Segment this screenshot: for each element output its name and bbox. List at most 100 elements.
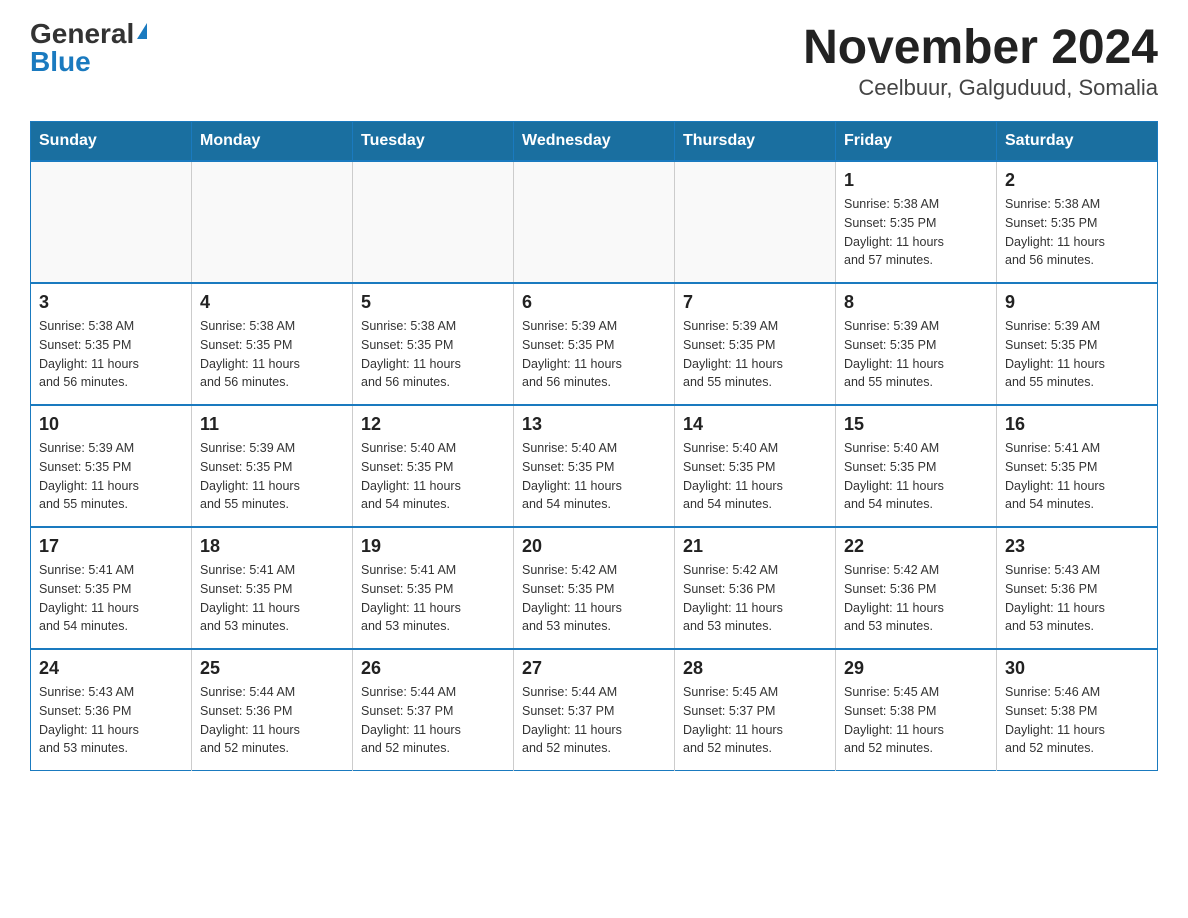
header-day-thursday: Thursday (675, 122, 836, 162)
day-number: 29 (844, 658, 988, 679)
calendar-cell: 12 Sunrise: 5:40 AM Sunset: 5:35 PM Dayli… (353, 405, 514, 527)
day-number: 13 (522, 414, 666, 435)
day-number: 10 (39, 414, 183, 435)
calendar-cell: 27 Sunrise: 5:44 AM Sunset: 5:37 PM Dayli… (514, 649, 675, 771)
day-number: 23 (1005, 536, 1149, 557)
day-number: 8 (844, 292, 988, 313)
day-number: 27 (522, 658, 666, 679)
calendar-cell: 25Sunrise: 5:44 AM Sunset: 5:36 PM Dayli… (192, 649, 353, 771)
calendar-cell: 22Sunrise: 5:42 AM Sunset: 5:36 PM Dayli… (836, 527, 997, 649)
day-info: Sunrise: 5:38 AM Sunset: 5:35 PM Dayligh… (844, 195, 988, 270)
header-day-friday: Friday (836, 122, 997, 162)
day-info: Sunrise: 5:39 AM Sunset: 5:35 PM Dayligh… (39, 439, 183, 514)
header-row: SundayMondayTuesdayWednesdayThursdayFrid… (31, 122, 1158, 162)
page-header: General Blue November 2024 Ceelbuur, Gal… (30, 20, 1158, 101)
day-info: Sunrise: 5:38 AM Sunset: 5:35 PM Dayligh… (39, 317, 183, 392)
calendar-body: 1 Sunrise: 5:38 AM Sunset: 5:35 PM Daylig… (31, 161, 1158, 771)
day-number: 22 (844, 536, 988, 557)
day-info: Sunrise: 5:40 AM Sunset: 5:35 PM Dayligh… (361, 439, 505, 514)
header-day-sunday: Sunday (31, 122, 192, 162)
calendar-cell: 21 Sunrise: 5:42 AM Sunset: 5:36 PM Dayli… (675, 527, 836, 649)
calendar-cell (675, 161, 836, 283)
day-info: Sunrise: 5:43 AM Sunset: 5:36 PM Dayligh… (1005, 561, 1149, 636)
calendar-cell (31, 161, 192, 283)
calendar-cell (192, 161, 353, 283)
day-info: Sunrise: 5:43 AM Sunset: 5:36 PM Dayligh… (39, 683, 183, 758)
day-info: Sunrise: 5:46 AM Sunset: 5:38 PM Dayligh… (1005, 683, 1149, 758)
calendar-cell: 28 Sunrise: 5:45 AM Sunset: 5:37 PM Dayli… (675, 649, 836, 771)
day-number: 6 (522, 292, 666, 313)
calendar-cell: 17Sunrise: 5:41 AM Sunset: 5:35 PM Dayli… (31, 527, 192, 649)
day-info: Sunrise: 5:44 AM Sunset: 5:36 PM Dayligh… (200, 683, 344, 758)
calendar-cell: 8 Sunrise: 5:39 AM Sunset: 5:35 PM Daylig… (836, 283, 997, 405)
header-day-tuesday: Tuesday (353, 122, 514, 162)
calendar-cell: 24Sunrise: 5:43 AM Sunset: 5:36 PM Dayli… (31, 649, 192, 771)
day-number: 18 (200, 536, 344, 557)
calendar-week-4: 17 Sunrise: 5:41 AM Sunset: 5:35 PM Dayli… (31, 527, 1158, 649)
day-info: Sunrise: 5:45 AM Sunset: 5:38 PM Dayligh… (844, 683, 988, 758)
day-info: Sunrise: 5:38 AM Sunset: 5:35 PM Dayligh… (361, 317, 505, 392)
title-block: November 2024 Ceelbuur, Galguduud, Somal… (803, 20, 1158, 101)
day-info: Sunrise: 5:42 AM Sunset: 5:36 PM Dayligh… (683, 561, 827, 636)
day-number: 4 (200, 292, 344, 313)
logo-blue-text: Blue (30, 48, 91, 76)
day-number: 15 (844, 414, 988, 435)
calendar-cell: 15 Sunrise: 5:40 AM Sunset: 5:35 PM Dayli… (836, 405, 997, 527)
calendar-week-5: 24Sunrise: 5:43 AM Sunset: 5:36 PM Dayli… (31, 649, 1158, 771)
calendar-cell: 29 Sunrise: 5:45 AM Sunset: 5:38 PM Dayli… (836, 649, 997, 771)
day-info: Sunrise: 5:39 AM Sunset: 5:35 PM Dayligh… (1005, 317, 1149, 392)
day-info: Sunrise: 5:40 AM Sunset: 5:35 PM Dayligh… (844, 439, 988, 514)
logo-general-text: General (30, 20, 134, 48)
calendar-week-1: 1 Sunrise: 5:38 AM Sunset: 5:35 PM Daylig… (31, 161, 1158, 283)
calendar-cell: 30 Sunrise: 5:46 AM Sunset: 5:38 PM Dayli… (997, 649, 1158, 771)
day-info: Sunrise: 5:39 AM Sunset: 5:35 PM Dayligh… (200, 439, 344, 514)
day-number: 21 (683, 536, 827, 557)
header-day-saturday: Saturday (997, 122, 1158, 162)
day-number: 9 (1005, 292, 1149, 313)
calendar-cell (514, 161, 675, 283)
day-number: 30 (1005, 658, 1149, 679)
calendar-cell: 19Sunrise: 5:41 AM Sunset: 5:35 PM Dayli… (353, 527, 514, 649)
calendar-cell: 10 Sunrise: 5:39 AM Sunset: 5:35 PM Dayli… (31, 405, 192, 527)
calendar-cell: 3 Sunrise: 5:38 AM Sunset: 5:35 PM Daylig… (31, 283, 192, 405)
day-number: 5 (361, 292, 505, 313)
day-info: Sunrise: 5:41 AM Sunset: 5:35 PM Dayligh… (200, 561, 344, 636)
day-info: Sunrise: 5:41 AM Sunset: 5:35 PM Dayligh… (1005, 439, 1149, 514)
calendar-cell: 20Sunrise: 5:42 AM Sunset: 5:35 PM Dayli… (514, 527, 675, 649)
calendar-cell: 16 Sunrise: 5:41 AM Sunset: 5:35 PM Dayli… (997, 405, 1158, 527)
day-info: Sunrise: 5:45 AM Sunset: 5:37 PM Dayligh… (683, 683, 827, 758)
day-number: 26 (361, 658, 505, 679)
calendar-cell: 9 Sunrise: 5:39 AM Sunset: 5:35 PM Daylig… (997, 283, 1158, 405)
day-info: Sunrise: 5:39 AM Sunset: 5:35 PM Dayligh… (844, 317, 988, 392)
calendar-cell: 1 Sunrise: 5:38 AM Sunset: 5:35 PM Daylig… (836, 161, 997, 283)
calendar-cell: 7Sunrise: 5:39 AM Sunset: 5:35 PM Daylig… (675, 283, 836, 405)
day-info: Sunrise: 5:38 AM Sunset: 5:35 PM Dayligh… (1005, 195, 1149, 270)
day-number: 28 (683, 658, 827, 679)
calendar-cell: 6Sunrise: 5:39 AM Sunset: 5:35 PM Daylig… (514, 283, 675, 405)
calendar-cell: 26Sunrise: 5:44 AM Sunset: 5:37 PM Dayli… (353, 649, 514, 771)
header-day-wednesday: Wednesday (514, 122, 675, 162)
day-number: 17 (39, 536, 183, 557)
logo: General Blue (30, 20, 147, 76)
calendar-header: SundayMondayTuesdayWednesdayThursdayFrid… (31, 122, 1158, 162)
day-number: 16 (1005, 414, 1149, 435)
page-title: November 2024 (803, 20, 1158, 75)
calendar-cell: 11 Sunrise: 5:39 AM Sunset: 5:35 PM Dayli… (192, 405, 353, 527)
day-number: 1 (844, 170, 988, 191)
day-info: Sunrise: 5:41 AM Sunset: 5:35 PM Dayligh… (361, 561, 505, 636)
day-info: Sunrise: 5:44 AM Sunset: 5:37 PM Dayligh… (522, 683, 666, 758)
day-info: Sunrise: 5:40 AM Sunset: 5:35 PM Dayligh… (683, 439, 827, 514)
calendar-cell: 5 Sunrise: 5:38 AM Sunset: 5:35 PM Daylig… (353, 283, 514, 405)
calendar-week-3: 10 Sunrise: 5:39 AM Sunset: 5:35 PM Dayli… (31, 405, 1158, 527)
day-number: 3 (39, 292, 183, 313)
day-number: 12 (361, 414, 505, 435)
page-subtitle: Ceelbuur, Galguduud, Somalia (803, 75, 1158, 101)
calendar-cell: 18 Sunrise: 5:41 AM Sunset: 5:35 PM Dayli… (192, 527, 353, 649)
calendar-week-2: 3 Sunrise: 5:38 AM Sunset: 5:35 PM Daylig… (31, 283, 1158, 405)
calendar-cell: 13Sunrise: 5:40 AM Sunset: 5:35 PM Dayli… (514, 405, 675, 527)
calendar-cell: 4Sunrise: 5:38 AM Sunset: 5:35 PM Daylig… (192, 283, 353, 405)
day-number: 14 (683, 414, 827, 435)
calendar-table: SundayMondayTuesdayWednesdayThursdayFrid… (30, 121, 1158, 771)
day-info: Sunrise: 5:42 AM Sunset: 5:35 PM Dayligh… (522, 561, 666, 636)
day-number: 11 (200, 414, 344, 435)
